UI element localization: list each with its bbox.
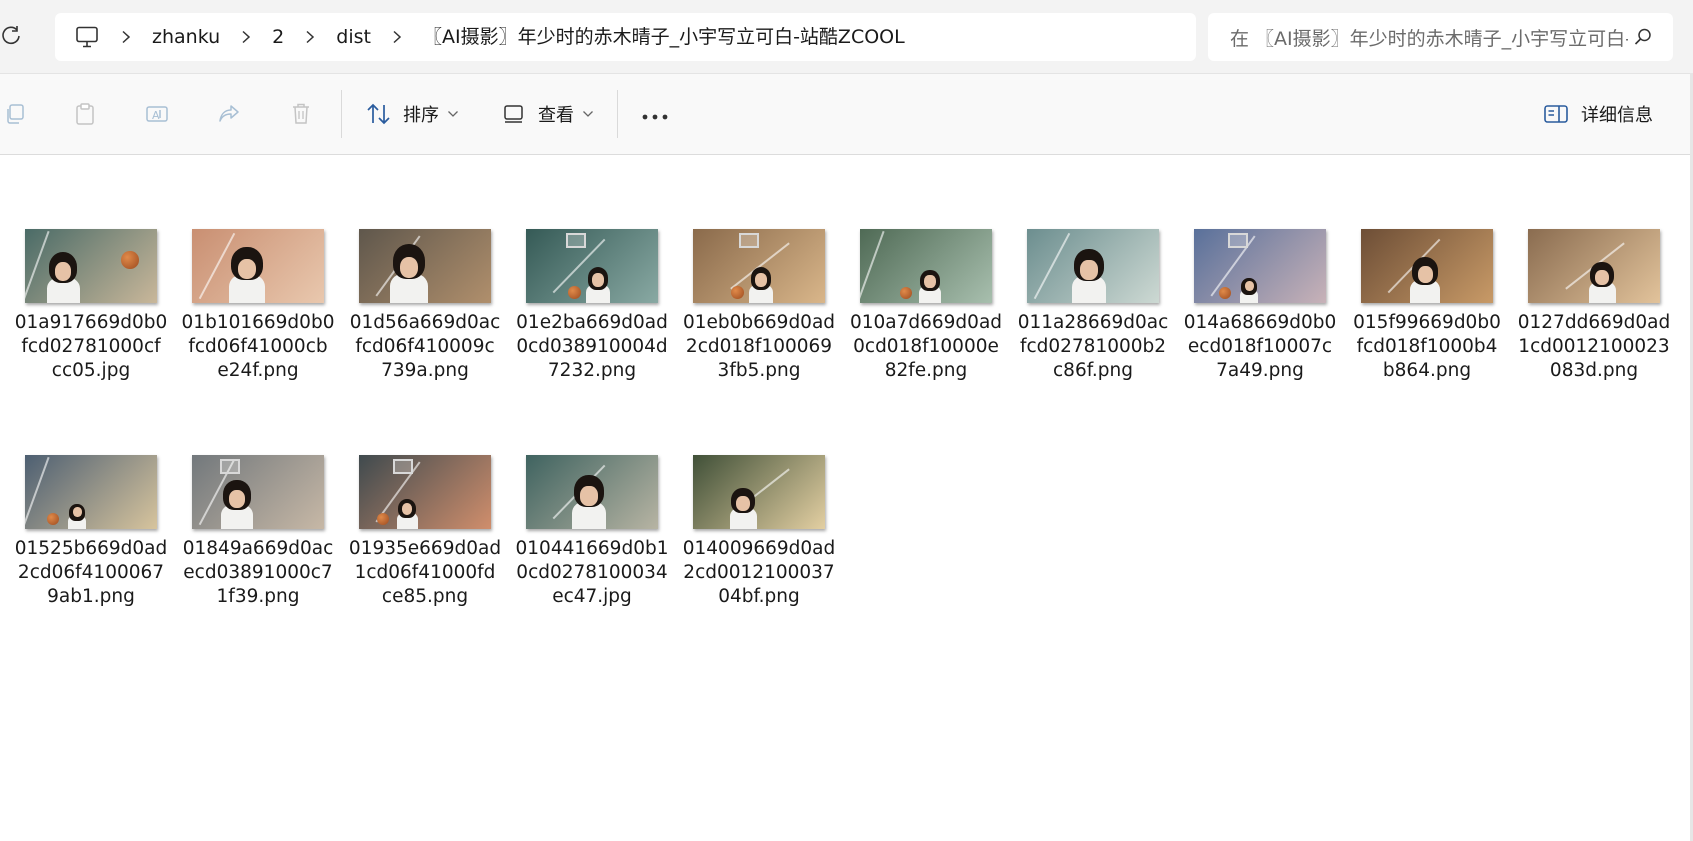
breadcrumb[interactable]: zhanku 2 dist 〖AI摄影〗年少时的赤木晴子_小宇写立可白-站酷ZC… — [55, 13, 1196, 61]
file-item[interactable]: 01935e669d0ad 1cd06f41000fd ce85.png — [345, 455, 505, 609]
details-label: 详细信息 — [1581, 105, 1653, 126]
rename-icon[interactable]: A — [144, 101, 170, 127]
file-item[interactable]: 01849a669d0ac ecd03891000c7 1f39.png — [178, 455, 338, 609]
address-bar-row: zhanku 2 dist 〖AI摄影〗年少时的赤木晴子_小宇写立可白-站酷ZC… — [0, 0, 1693, 74]
chevron-right-icon[interactable] — [302, 27, 318, 47]
file-item[interactable]: 01525b669d0ad 2cd06f4100067 9ab1.png — [11, 455, 171, 609]
file-item[interactable]: 014a68669d0b0 ecd018f10007c 7a49.png — [1180, 229, 1340, 383]
chevron-down-icon — [582, 108, 594, 120]
file-name: 014a68669d0b0 ecd018f10007c 7a49.png — [1183, 312, 1337, 381]
file-item[interactable]: 01b101669d0b0 fcd06f41000cb e24f.png — [178, 229, 338, 383]
search-placeholder[interactable]: 在 〖AI摄影〗年少时的赤木晴子_小宇写立可白-站酷ZCOOL 中搜索 — [1230, 24, 1628, 51]
chevron-right-icon[interactable] — [389, 27, 405, 47]
file-name: 01d56a669d0ac fcd06f410009c 739a.png — [349, 312, 501, 381]
more-icon — [641, 105, 669, 124]
file-grid: 01a917669d0b0 fcd02781000cf cc05.jpg 01b101… — [0, 155, 1690, 841]
image-thumbnail[interactable] — [25, 455, 157, 529]
chevron-right-icon[interactable] — [238, 27, 254, 47]
file-name: 010441669d0b1 0cd0278100034 ec47.jpg — [515, 538, 669, 607]
search-icon[interactable] — [1633, 27, 1653, 47]
sort-icon — [365, 101, 393, 127]
refresh-icon — [0, 24, 22, 50]
chevron-right-icon[interactable] — [118, 27, 134, 47]
more-options-button[interactable] — [640, 102, 670, 126]
chevron-down-icon — [447, 108, 459, 120]
image-thumbnail[interactable] — [526, 229, 658, 303]
image-thumbnail[interactable] — [192, 229, 324, 303]
file-name: 011a28669d0ac fcd02781000b2 c86f.png — [1017, 312, 1169, 381]
file-name: 01525b669d0ad 2cd06f4100067 9ab1.png — [14, 538, 168, 607]
breadcrumb-item-current-folder[interactable]: 〖AI摄影〗年少时的赤木晴子_小宇写立可白-站酷ZCOOL — [419, 13, 909, 61]
file-item[interactable]: 0127dd669d0ad 1cd0012100023 083d.png — [1514, 229, 1674, 383]
image-thumbnail[interactable] — [359, 455, 491, 529]
file-name: 01eb0b669d0ad 2cd018f100069 3fb5.png — [682, 312, 836, 381]
file-item[interactable]: 010441669d0b1 0cd0278100034 ec47.jpg — [512, 455, 672, 609]
share-icon[interactable] — [216, 101, 242, 127]
image-thumbnail[interactable] — [693, 229, 825, 303]
image-thumbnail[interactable] — [693, 455, 825, 529]
file-name: 0127dd669d0ad 1cd0012100023 083d.png — [1517, 312, 1671, 381]
file-explorer-window: zhanku 2 dist 〖AI摄影〗年少时的赤木晴子_小宇写立可白-站酷ZC… — [0, 0, 1693, 841]
view-dropdown[interactable]: 查看 — [500, 94, 594, 134]
paste-icon[interactable] — [72, 101, 98, 127]
image-thumbnail[interactable] — [860, 229, 992, 303]
file-name: 014009669d0ad 2cd0012100037 04bf.png — [682, 538, 836, 607]
file-item[interactable]: 011a28669d0ac fcd02781000b2 c86f.png — [1013, 229, 1173, 383]
file-name: 01e2ba669d0ad 0cd038910004d 7232.png — [516, 312, 668, 381]
svg-text:A: A — [152, 109, 160, 122]
file-item[interactable]: 014009669d0ad 2cd0012100037 04bf.png — [679, 455, 839, 609]
breadcrumb-item-zhanku[interactable]: zhanku — [148, 13, 224, 61]
image-thumbnail[interactable] — [526, 455, 658, 529]
image-thumbnail[interactable] — [25, 229, 157, 303]
sort-label: 排序 — [403, 105, 439, 126]
breadcrumb-item-dist[interactable]: dist — [332, 13, 375, 61]
sort-dropdown[interactable]: 排序 — [365, 94, 459, 134]
image-thumbnail[interactable] — [1194, 229, 1326, 303]
file-name: 01935e669d0ad 1cd06f41000fd ce85.png — [348, 538, 502, 607]
breadcrumb-item-2[interactable]: 2 — [268, 13, 288, 61]
this-pc-icon[interactable] — [70, 22, 104, 52]
file-name: 01b101669d0b0 fcd06f41000cb e24f.png — [181, 312, 335, 381]
details-pane-icon — [1543, 102, 1571, 126]
image-thumbnail[interactable] — [1027, 229, 1159, 303]
toolbar-divider — [617, 90, 618, 138]
image-thumbnail[interactable] — [1361, 229, 1493, 303]
file-item[interactable]: 01eb0b669d0ad 2cd018f100069 3fb5.png — [679, 229, 839, 383]
search-box[interactable]: 在 〖AI摄影〗年少时的赤木晴子_小宇写立可白-站酷ZCOOL 中搜索 — [1208, 13, 1673, 61]
image-thumbnail[interactable] — [1528, 229, 1660, 303]
file-item[interactable]: 01e2ba669d0ad 0cd038910004d 7232.png — [512, 229, 672, 383]
refresh-button[interactable] — [0, 24, 24, 50]
file-name: 010a7d669d0ad 0cd018f10000e 82fe.png — [849, 312, 1003, 381]
image-thumbnail[interactable] — [192, 455, 324, 529]
copy-icon[interactable] — [2, 101, 28, 127]
details-pane-button[interactable]: 详细信息 — [1543, 94, 1653, 134]
file-name: 015f99669d0b0 fcd018f1000b4 b864.png — [1353, 312, 1501, 381]
file-item[interactable]: 015f99669d0b0 fcd018f1000b4 b864.png — [1347, 229, 1507, 383]
image-thumbnail[interactable] — [359, 229, 491, 303]
file-name: 01a917669d0b0 fcd02781000cf cc05.jpg — [14, 312, 168, 381]
file-item[interactable]: 010a7d669d0ad 0cd018f10000e 82fe.png — [846, 229, 1006, 383]
file-item[interactable]: 01d56a669d0ac fcd06f410009c 739a.png — [345, 229, 505, 383]
file-item[interactable]: 01a917669d0b0 fcd02781000cf cc05.jpg — [11, 229, 171, 383]
view-label: 查看 — [538, 105, 574, 126]
delete-icon[interactable] — [288, 101, 314, 127]
file-name: 01849a669d0ac ecd03891000c7 1f39.png — [182, 538, 334, 607]
command-bar: A 排序 查看 详细信息 — [0, 74, 1693, 155]
view-icon — [500, 101, 528, 127]
toolbar-divider — [341, 90, 342, 138]
